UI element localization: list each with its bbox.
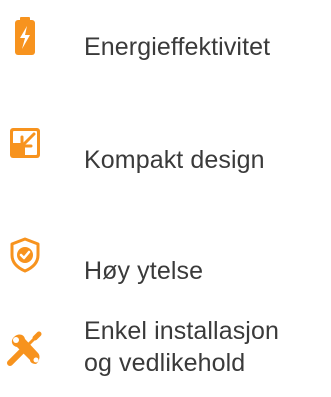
resize-compact-icon	[5, 123, 45, 163]
feature-label: Enkel installasjon	[84, 317, 279, 345]
battery-charging-icon	[5, 16, 45, 56]
shield-check-icon	[5, 235, 45, 275]
feature-label: Kompakt design	[84, 146, 265, 174]
tools-icon	[5, 330, 45, 370]
feature-label-line2: og vedlikehold	[84, 349, 246, 377]
feature-label: Energieffektivitet	[84, 33, 271, 61]
feature-label: Høy ytelse	[84, 257, 204, 285]
